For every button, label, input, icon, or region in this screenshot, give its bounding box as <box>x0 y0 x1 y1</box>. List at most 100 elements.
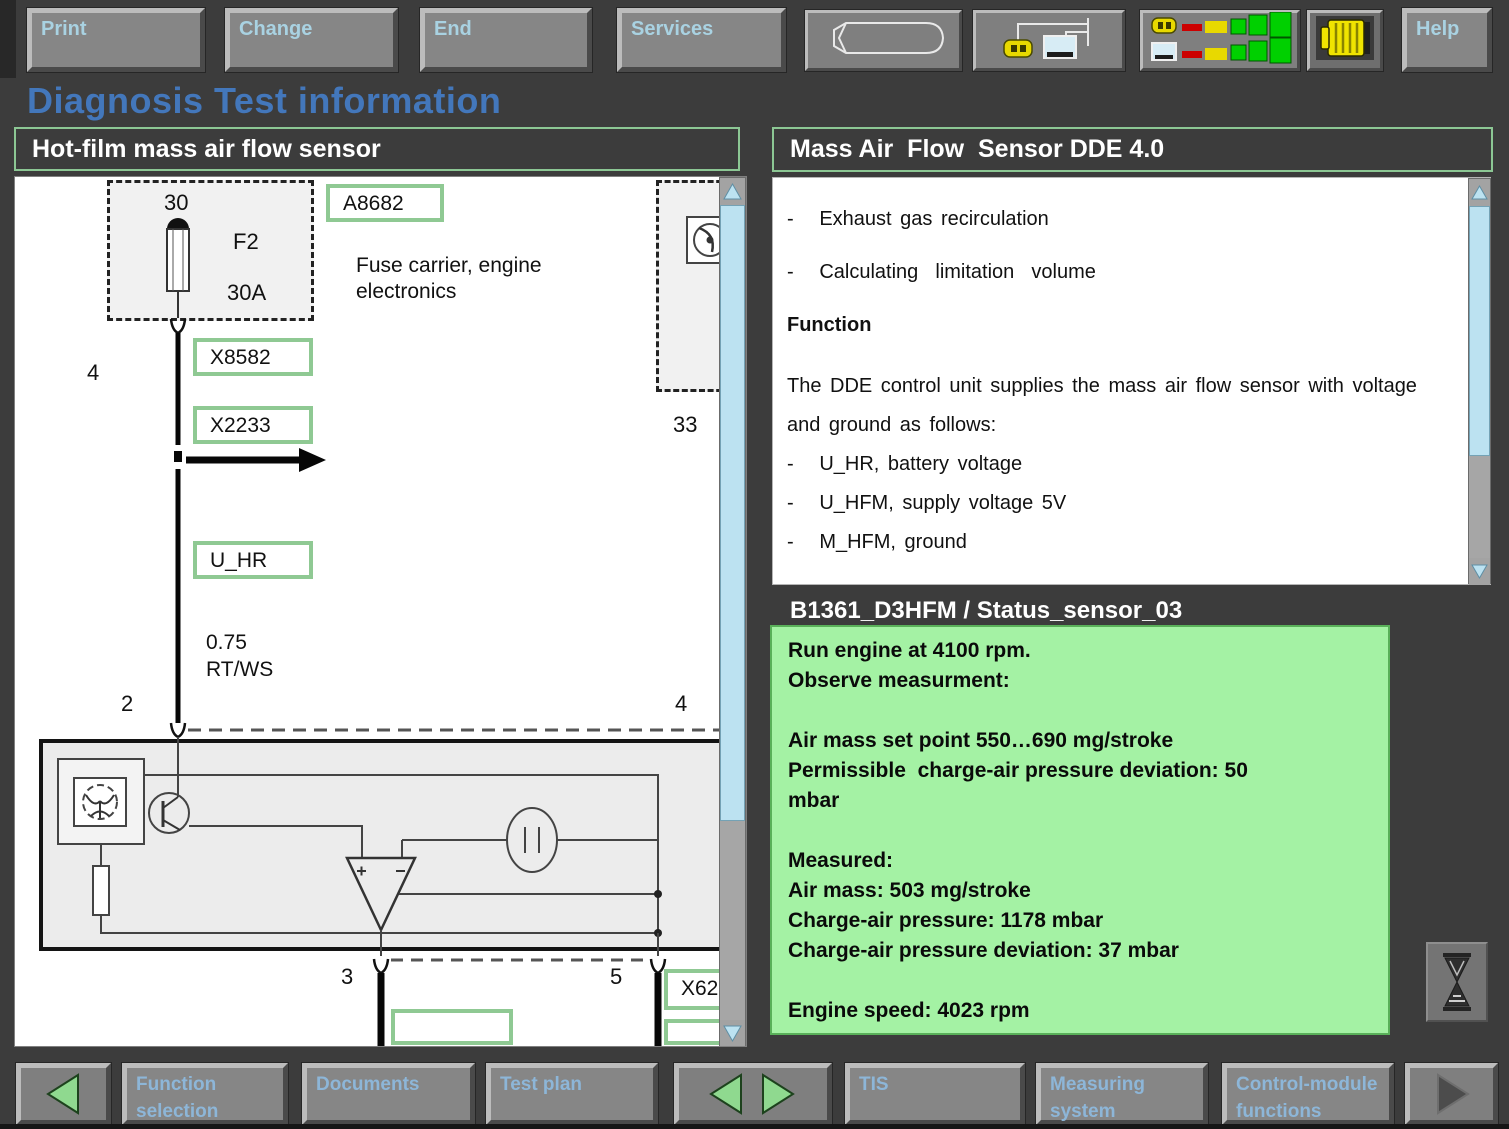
back-button[interactable] <box>16 1063 111 1125</box>
info-line: and ground as follows: <box>787 414 996 437</box>
pin-3-label: 3 <box>341 964 353 990</box>
print-label: Print <box>41 16 87 43</box>
hotspot-x8582[interactable]: X8582 <box>193 338 313 376</box>
status-line: Charge-air pressure: 1178 mbar <box>788 906 1376 936</box>
function-selection-label: Function selection <box>136 1071 266 1125</box>
pin-2-label: 2 <box>121 691 133 717</box>
scroll-down-icon <box>1471 564 1488 579</box>
services-label: Services <box>631 16 713 43</box>
x2233-label: X2233 <box>210 414 271 438</box>
status-line: Air mass set point 550…690 mg/stroke <box>788 726 1376 756</box>
connector-button[interactable] <box>1307 10 1383 71</box>
bottom-strip <box>0 1124 1509 1129</box>
u-hr-label: U_HR <box>210 549 267 573</box>
text-scroll-up-button[interactable] <box>1469 179 1490 206</box>
text-scrollbar[interactable] <box>1468 178 1491 584</box>
services-button[interactable]: Services <box>617 8 786 72</box>
status-line <box>788 696 1376 726</box>
info-line: The DDE control unit supplies the mass a… <box>787 375 1417 398</box>
hourglass-icon <box>1436 951 1478 1013</box>
info-line: - Calculating limitation volume <box>787 261 1096 284</box>
cylinder-icon <box>814 15 954 67</box>
test-information-panel: - Exhaust gas recirculation - Calculatin… <box>772 177 1491 585</box>
text-scroll-down-button[interactable] <box>1469 558 1490 585</box>
help-label: Help <box>1416 16 1459 43</box>
wiring-diagram-panel: 30 F2 30A Fuse carrier, engine electroni… <box>14 176 747 1047</box>
green-left-arrow-icon <box>38 1071 90 1117</box>
quicktest-status-button[interactable] <box>1140 10 1300 71</box>
status-header: B1361_D3HFM / Status_sensor_03 <box>790 597 1182 625</box>
maf-sensor-box <box>39 739 744 951</box>
hotspot-a8682[interactable]: A8682 <box>326 184 444 222</box>
connection-test-button[interactable] <box>973 10 1125 71</box>
cylinder-button[interactable] <box>805 10 962 71</box>
fuse-rating-label: 30A <box>227 280 266 306</box>
info-line: - Exhaust gas recirculation <box>787 208 1049 231</box>
hotspot-x2233[interactable]: X2233 <box>193 406 313 444</box>
window-edge <box>0 0 16 78</box>
plug-to-monitor-icon <box>980 14 1118 68</box>
info-line: - M_HFM, ground <box>787 531 967 554</box>
quicktest-status-icon <box>1146 12 1294 70</box>
right-panel-header: Mass Air Flow Sensor DDE 4.0 <box>772 127 1493 172</box>
status-measurement-box: Run engine at 4100 rpm. Observe measurme… <box>770 625 1390 1035</box>
hotspot-bottom-left[interactable] <box>391 1009 513 1045</box>
right-panel-title: Mass Air Flow Sensor DDE 4.0 <box>790 135 1164 164</box>
hotspot-u-hr[interactable]: U_HR <box>193 541 313 579</box>
diagram-scroll-thumb[interactable] <box>720 205 745 821</box>
status-line: Engine speed: 4023 rpm <box>788 996 1376 1026</box>
status-line: Charge-air pressure deviation: 37 mbar <box>788 936 1376 966</box>
status-line: Air mass: 503 mg/stroke <box>788 876 1376 906</box>
diagram-scroll-up-button[interactable] <box>720 178 745 205</box>
hourglass-busy-indicator <box>1426 942 1488 1022</box>
help-button[interactable]: Help <box>1402 8 1492 72</box>
info-line: - U_HR, battery voltage <box>787 453 1022 476</box>
measuring-system-button[interactable]: Measuring system <box>1036 1063 1208 1125</box>
test-plan-label: Test plan <box>500 1071 582 1098</box>
status-line: mbar <box>788 786 1376 816</box>
info-line: - U_HFM, supply voltage 5V <box>787 492 1066 515</box>
forward-button[interactable] <box>1405 1063 1498 1125</box>
page-title: Diagnosis Test information <box>27 80 501 122</box>
left-panel-title: Hot-film mass air flow sensor <box>32 135 381 164</box>
fuse-carrier-dashed-box <box>107 180 314 321</box>
terminal-30-label: 30 <box>164 190 188 216</box>
gray-right-arrow-icon <box>1426 1071 1478 1117</box>
test-plan-button[interactable]: Test plan <box>486 1063 658 1125</box>
info-heading-function: Function <box>787 314 871 337</box>
measuring-system-label: Measuring system <box>1050 1071 1170 1125</box>
function-selection-button[interactable]: Function selection <box>122 1063 288 1125</box>
status-line <box>788 816 1376 846</box>
status-line <box>788 966 1376 996</box>
dis-diagnosis-screen: Print Change End Services <box>0 0 1509 1129</box>
pin-4-right-label: 4 <box>675 691 687 717</box>
x8582-label: X8582 <box>210 346 271 370</box>
scroll-up-icon <box>1471 185 1488 200</box>
x62-label: X62 <box>681 977 718 1001</box>
status-line: Permissible charge-air pressure deviatio… <box>788 756 1376 786</box>
end-label: End <box>434 16 472 43</box>
left-panel-header: Hot-film mass air flow sensor <box>14 127 740 171</box>
page-nav-button[interactable] <box>674 1063 832 1125</box>
text-scroll-thumb[interactable] <box>1469 206 1490 456</box>
pin-5-label: 5 <box>610 964 622 990</box>
documents-button[interactable]: Documents <box>302 1063 475 1125</box>
change-label: Change <box>239 16 312 43</box>
diagram-scrollbar[interactable] <box>719 177 746 1046</box>
end-button[interactable]: End <box>420 8 592 72</box>
scroll-down-icon <box>723 1025 742 1042</box>
diagram-scroll-down-button[interactable] <box>720 1020 745 1047</box>
control-module-functions-label: Control-module functions <box>1236 1071 1386 1125</box>
connector-icon <box>1314 14 1376 68</box>
change-button[interactable]: Change <box>225 8 398 72</box>
documents-label: Documents <box>316 1071 419 1098</box>
a8682-label: A8682 <box>343 192 404 216</box>
status-line: Run engine at 4100 rpm. <box>788 636 1376 666</box>
control-module-functions-button[interactable]: Control-module functions <box>1222 1063 1394 1125</box>
tis-label: TIS <box>859 1071 889 1098</box>
print-button[interactable]: Print <box>27 8 205 72</box>
status-line: Observe measurment: <box>788 666 1376 696</box>
status-line: Measured: <box>788 846 1376 876</box>
tis-button[interactable]: TIS <box>845 1063 1025 1125</box>
fuse-name-label: F2 <box>233 229 259 255</box>
